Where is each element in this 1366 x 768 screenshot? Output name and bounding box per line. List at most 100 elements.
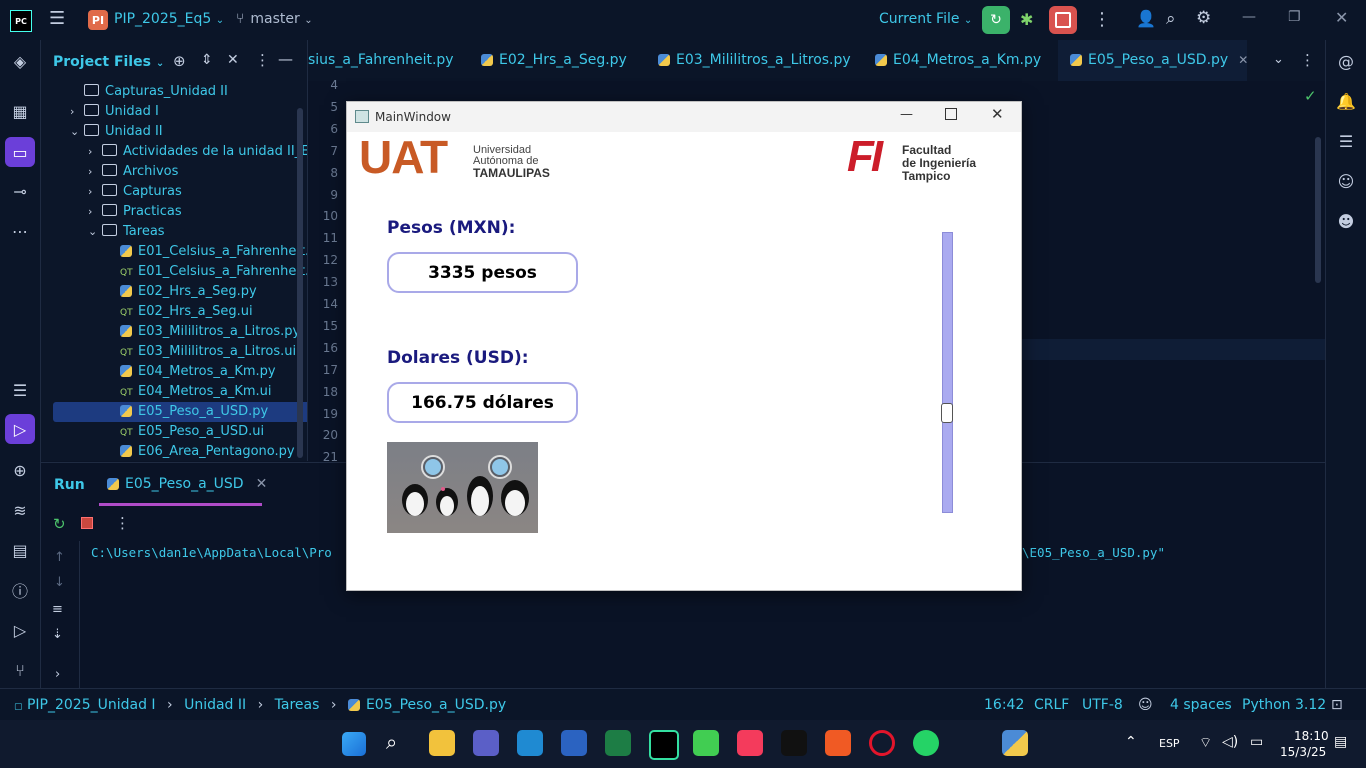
database-icon[interactable]: ☰	[1335, 130, 1357, 152]
close-tab-icon[interactable]: ✕	[1238, 53, 1248, 67]
tab-options-icon[interactable]: ⋮	[1300, 51, 1315, 69]
soft-wrap-icon[interactable]: ≡	[52, 602, 63, 617]
wifi-icon[interactable]: ⌔	[1199, 734, 1212, 752]
chevron-right-icon[interactable]: ›	[88, 162, 102, 182]
project-badge[interactable]: PI	[88, 10, 108, 30]
hide-panel-icon[interactable]: —	[278, 50, 293, 68]
main-menu-icon[interactable]: ☰	[49, 10, 67, 29]
tree-item[interactable]: E05_Peso_a_USD.py	[53, 402, 307, 422]
qt-designer-icon[interactable]	[693, 730, 719, 756]
run-options-icon[interactable]: ⋮	[115, 514, 130, 532]
file-encoding[interactable]: UTF-8	[1082, 697, 1123, 713]
word-icon[interactable]	[561, 730, 587, 756]
git-icon[interactable]: ⑂	[9, 659, 31, 681]
locate-icon[interactable]: ⊕	[173, 52, 186, 70]
appletv-icon[interactable]	[781, 730, 807, 756]
project-selector[interactable]: PIP_2025_Eq5 ⌄	[114, 11, 224, 27]
clock-time[interactable]: 18:10	[1294, 729, 1329, 743]
search-taskbar-icon[interactable]: ⌕	[386, 730, 412, 756]
maximize-button[interactable]: ❐	[1288, 9, 1301, 25]
run-config-selector[interactable]: Current File ⌄	[879, 11, 972, 27]
copilot-chat-icon[interactable]: ☻	[1335, 210, 1357, 232]
breadcrumb-item-file[interactable]: E05_Peso_a_USD.py	[366, 697, 506, 713]
editor-tab[interactable]: E05_Peso_a_USD.py ✕	[1070, 52, 1248, 68]
tree-item[interactable]: QT E04_Metros_a_Km.ui	[41, 382, 272, 402]
python-packages-icon[interactable]: ⊕	[9, 459, 31, 481]
tree-item[interactable]: ⌄ Unidad II	[41, 122, 163, 142]
mw-close-button[interactable]: ✕	[991, 105, 1004, 123]
battery-icon[interactable]: ▭	[1250, 734, 1263, 750]
project-folder-icon[interactable]: ▭	[5, 137, 35, 167]
mw-minimize-button[interactable]: —	[900, 107, 913, 122]
breadcrumb-item-tareas[interactable]: Tareas	[275, 697, 320, 713]
vscode-icon[interactable]	[517, 730, 543, 756]
cursor-position[interactable]: 16:42	[984, 697, 1024, 713]
expand-panel-icon[interactable]: ›	[55, 667, 60, 682]
tree-item[interactable]: QT E02_Hrs_a_Seg.ui	[41, 302, 253, 322]
editor-tab[interactable]: E02_Hrs_a_Seg.py	[481, 52, 627, 68]
expand-all-icon[interactable]: ⇕	[201, 52, 213, 68]
windows-start-icon[interactable]	[342, 732, 366, 756]
tree-item[interactable]: E02_Hrs_a_Seg.py	[41, 282, 257, 302]
editor-tab[interactable]: E04_Metros_a_Km.py	[875, 52, 1041, 68]
tree-item[interactable]: QT E01_Celsius_a_Fahrenheit.u	[41, 262, 307, 282]
tree-item[interactable]: E04_Metros_a_Km.py	[41, 362, 276, 382]
pycharm-taskbar-icon[interactable]	[649, 730, 679, 760]
line-ending[interactable]: CRLF	[1034, 697, 1069, 713]
tree-item[interactable]: QT E03_Mililitros_a_Litros.ui	[41, 342, 296, 362]
close-button[interactable]: ✕	[1335, 8, 1348, 27]
excel-icon[interactable]	[605, 730, 631, 756]
project-panel-header[interactable]: Project Files ⌄	[53, 54, 164, 70]
editor-scrollbar[interactable]	[1315, 137, 1321, 283]
debug-icon[interactable]: ✱	[1020, 10, 1033, 29]
tree-item[interactable]: › Practicas	[41, 202, 182, 222]
tab-list-chevron-icon[interactable]: ⌄	[1273, 52, 1284, 67]
tree-item[interactable]: › Archivos	[41, 162, 178, 182]
layers-icon[interactable]: ≋	[9, 499, 31, 521]
tree-item[interactable]: E03_Mililitros_a_Litros.py	[41, 322, 300, 342]
file-explorer-icon[interactable]	[429, 730, 455, 756]
tree-item[interactable]: › Unidad I	[41, 102, 159, 122]
tree-item[interactable]: › Actividades de la unidad II_Equ	[41, 142, 307, 162]
mw-maximize-button[interactable]	[945, 108, 957, 120]
chevron-right-icon[interactable]: ›	[88, 142, 102, 162]
slider-handle[interactable]	[941, 403, 953, 423]
music-icon[interactable]	[737, 730, 763, 756]
more-tools-icon[interactable]: ⋯	[9, 220, 31, 242]
indent-setting[interactable]: 4 spaces	[1170, 697, 1232, 713]
notifications-bell-icon[interactable]: 🔔	[1335, 90, 1357, 112]
ai-chat-icon[interactable]: @	[1335, 50, 1357, 72]
python-app-icon[interactable]	[1002, 730, 1028, 756]
tree-item[interactable]: › Capturas	[41, 182, 182, 202]
branch-selector[interactable]: ⑂ master ⌄	[236, 11, 313, 27]
tree-item[interactable]: QT E05_Peso_a_USD.ui	[41, 422, 264, 442]
rerun-icon[interactable]: ↻	[53, 515, 66, 533]
scroll-up-icon[interactable]: ↑	[54, 550, 65, 565]
terminal-icon[interactable]: ▤	[9, 539, 31, 561]
scroll-to-end-icon[interactable]: ⇣	[52, 627, 63, 642]
lock-icon[interactable]: ⊡	[1331, 697, 1343, 713]
copilot-status-icon[interactable]: ☺	[1138, 697, 1153, 713]
ai-assistant-icon[interactable]: ◈	[9, 50, 31, 72]
chevron-right-icon[interactable]: ›	[88, 202, 102, 222]
teams-icon[interactable]	[473, 730, 499, 756]
commit-icon[interactable]: ⊸	[9, 180, 31, 202]
scroll-down-icon[interactable]: ↓	[54, 575, 65, 590]
whatsapp-icon[interactable]	[913, 730, 939, 756]
add-user-icon[interactable]: 👤	[1136, 9, 1156, 28]
rerun-button[interactable]: ↻	[982, 6, 1010, 34]
mainwindow-titlebar[interactable]: MainWindow — ✕	[347, 102, 1021, 132]
chevron-down-icon[interactable]: ⌄	[70, 122, 84, 142]
run-tab[interactable]: E05_Peso_a_USD ✕	[107, 476, 267, 492]
chevron-right-icon[interactable]: ›	[70, 102, 84, 122]
minimize-button[interactable]: —	[1242, 9, 1256, 25]
search-icon[interactable]: ⌕	[1166, 9, 1176, 29]
input-language[interactable]: ESP	[1159, 737, 1180, 750]
editor-tab[interactable]: sius_a_Fahrenheit.py	[308, 52, 454, 68]
show-hidden-icons[interactable]: ⌃	[1125, 734, 1137, 750]
stop-run-icon[interactable]	[81, 517, 93, 529]
collapse-all-icon[interactable]: ✕	[227, 52, 239, 68]
chevron-right-icon[interactable]: ›	[88, 182, 102, 202]
options-icon[interactable]: ⋮	[255, 51, 270, 69]
tree-item[interactable]: Capturas_Unidad II	[41, 82, 228, 102]
